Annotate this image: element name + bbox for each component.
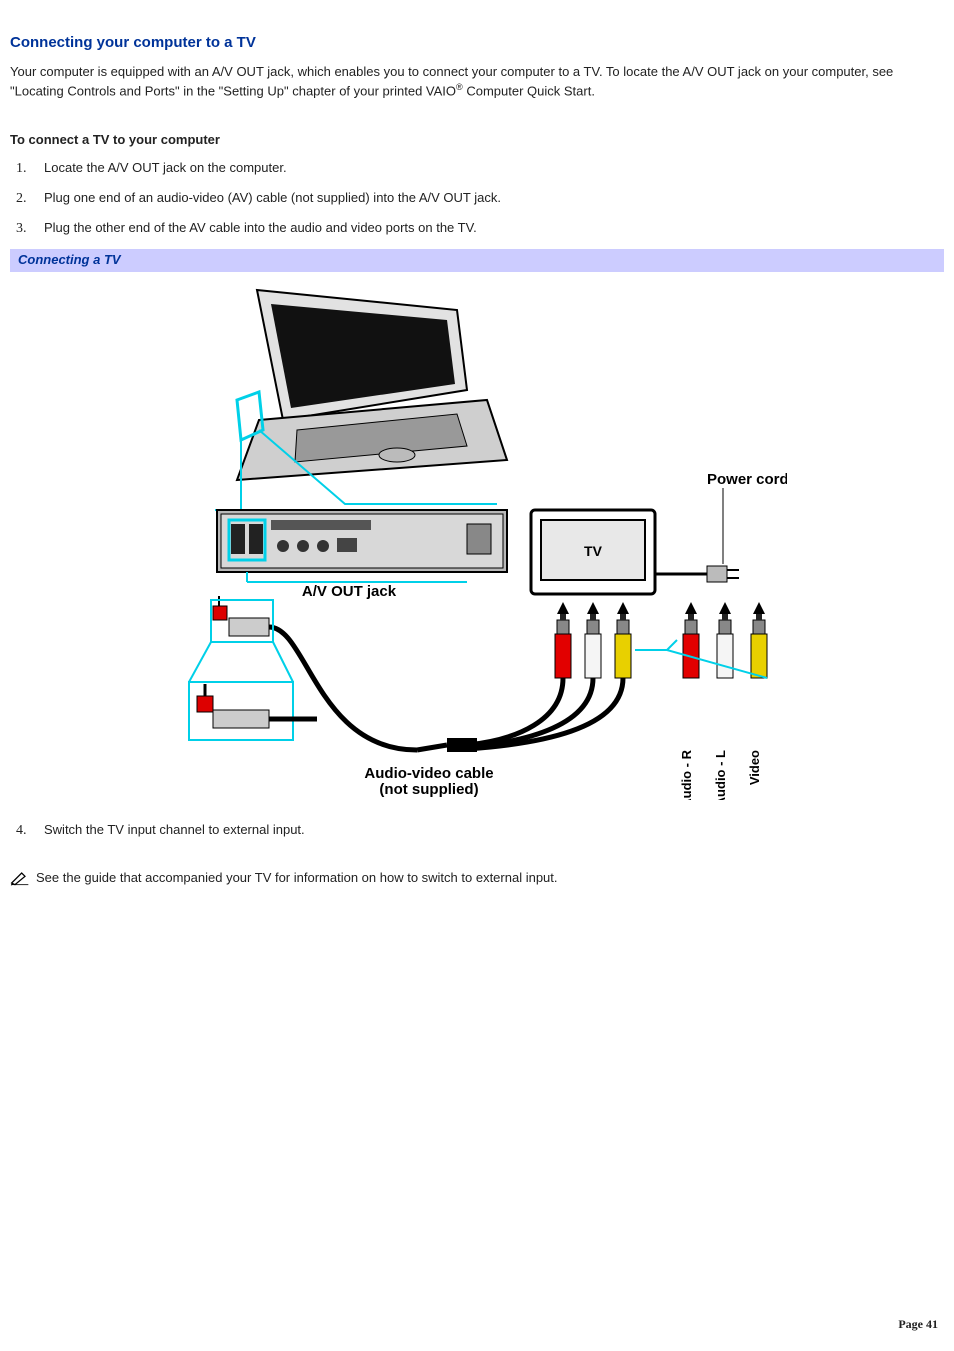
step-number: 3. (16, 219, 27, 239)
label-av-cable-line2: (not supplied) (379, 781, 478, 798)
step-number: 1. (16, 159, 27, 179)
callout-line (189, 642, 211, 682)
tv-illustration: TV (531, 488, 739, 594)
section-heading: Connecting your computer to a TV (10, 32, 944, 53)
intro-paragraph: Your computer is equipped with an A/V OU… (10, 63, 944, 101)
av-plug-enlarged (189, 682, 317, 740)
callout-line (635, 650, 767, 678)
trademark-symbol: ® (456, 82, 463, 92)
label-power-cord: Power cord (707, 471, 787, 488)
laptop-illustration (237, 290, 507, 480)
step-1: 1. Locate the A/V OUT jack on the comput… (44, 159, 944, 177)
step-number: 4. (16, 821, 27, 841)
intro-text-a: Your computer is equipped with an A/V OU… (10, 64, 893, 99)
step-text: Plug one end of an audio-video (AV) cabl… (44, 190, 501, 205)
label-av-out-jack: A/V OUT jack (302, 583, 397, 600)
note: See the guide that accompanied your TV f… (10, 869, 944, 892)
step-text: Locate the A/V OUT jack on the computer. (44, 160, 287, 175)
label-av-cable-line1: Audio-video cable (364, 765, 493, 782)
step-number: 2. (16, 189, 27, 209)
steps-list-part2: 4. Switch the TV input channel to extern… (44, 821, 944, 839)
procedure-subheading: To connect a TV to your computer (10, 131, 944, 149)
step-text: Switch the TV input channel to external … (44, 822, 305, 837)
steps-list-part1: 1. Locate the A/V OUT jack on the comput… (44, 159, 944, 238)
note-text: See the guide that accompanied your TV f… (36, 869, 558, 887)
page-number: Page 41 (898, 1316, 938, 1333)
label-tv: TV (584, 543, 603, 559)
label-audio-r: Audio - R (679, 749, 694, 800)
callout-line (635, 640, 677, 650)
connection-diagram: A/V OUT jack Audio-video cable (not supp… (167, 280, 787, 800)
label-video: Video (747, 750, 762, 785)
side-panel-closeup (217, 510, 507, 572)
figure-caption: Connecting a TV (10, 249, 944, 271)
label-audio-l: Audio - L (713, 750, 728, 800)
step-3: 3. Plug the other end of the AV cable in… (44, 219, 944, 237)
callout-line (215, 440, 241, 510)
figure-container: A/V OUT jack Audio-video cable (not supp… (10, 280, 944, 805)
intro-text-b: Computer Quick Start. (463, 84, 595, 99)
step-4: 4. Switch the TV input channel to extern… (44, 821, 944, 839)
note-icon (10, 869, 30, 892)
callout-line (273, 642, 293, 682)
rca-plugs-cable-side (417, 602, 631, 752)
step-2: 2. Plug one end of an audio-video (AV) c… (44, 189, 944, 207)
step-text: Plug the other end of the AV cable into … (44, 220, 477, 235)
